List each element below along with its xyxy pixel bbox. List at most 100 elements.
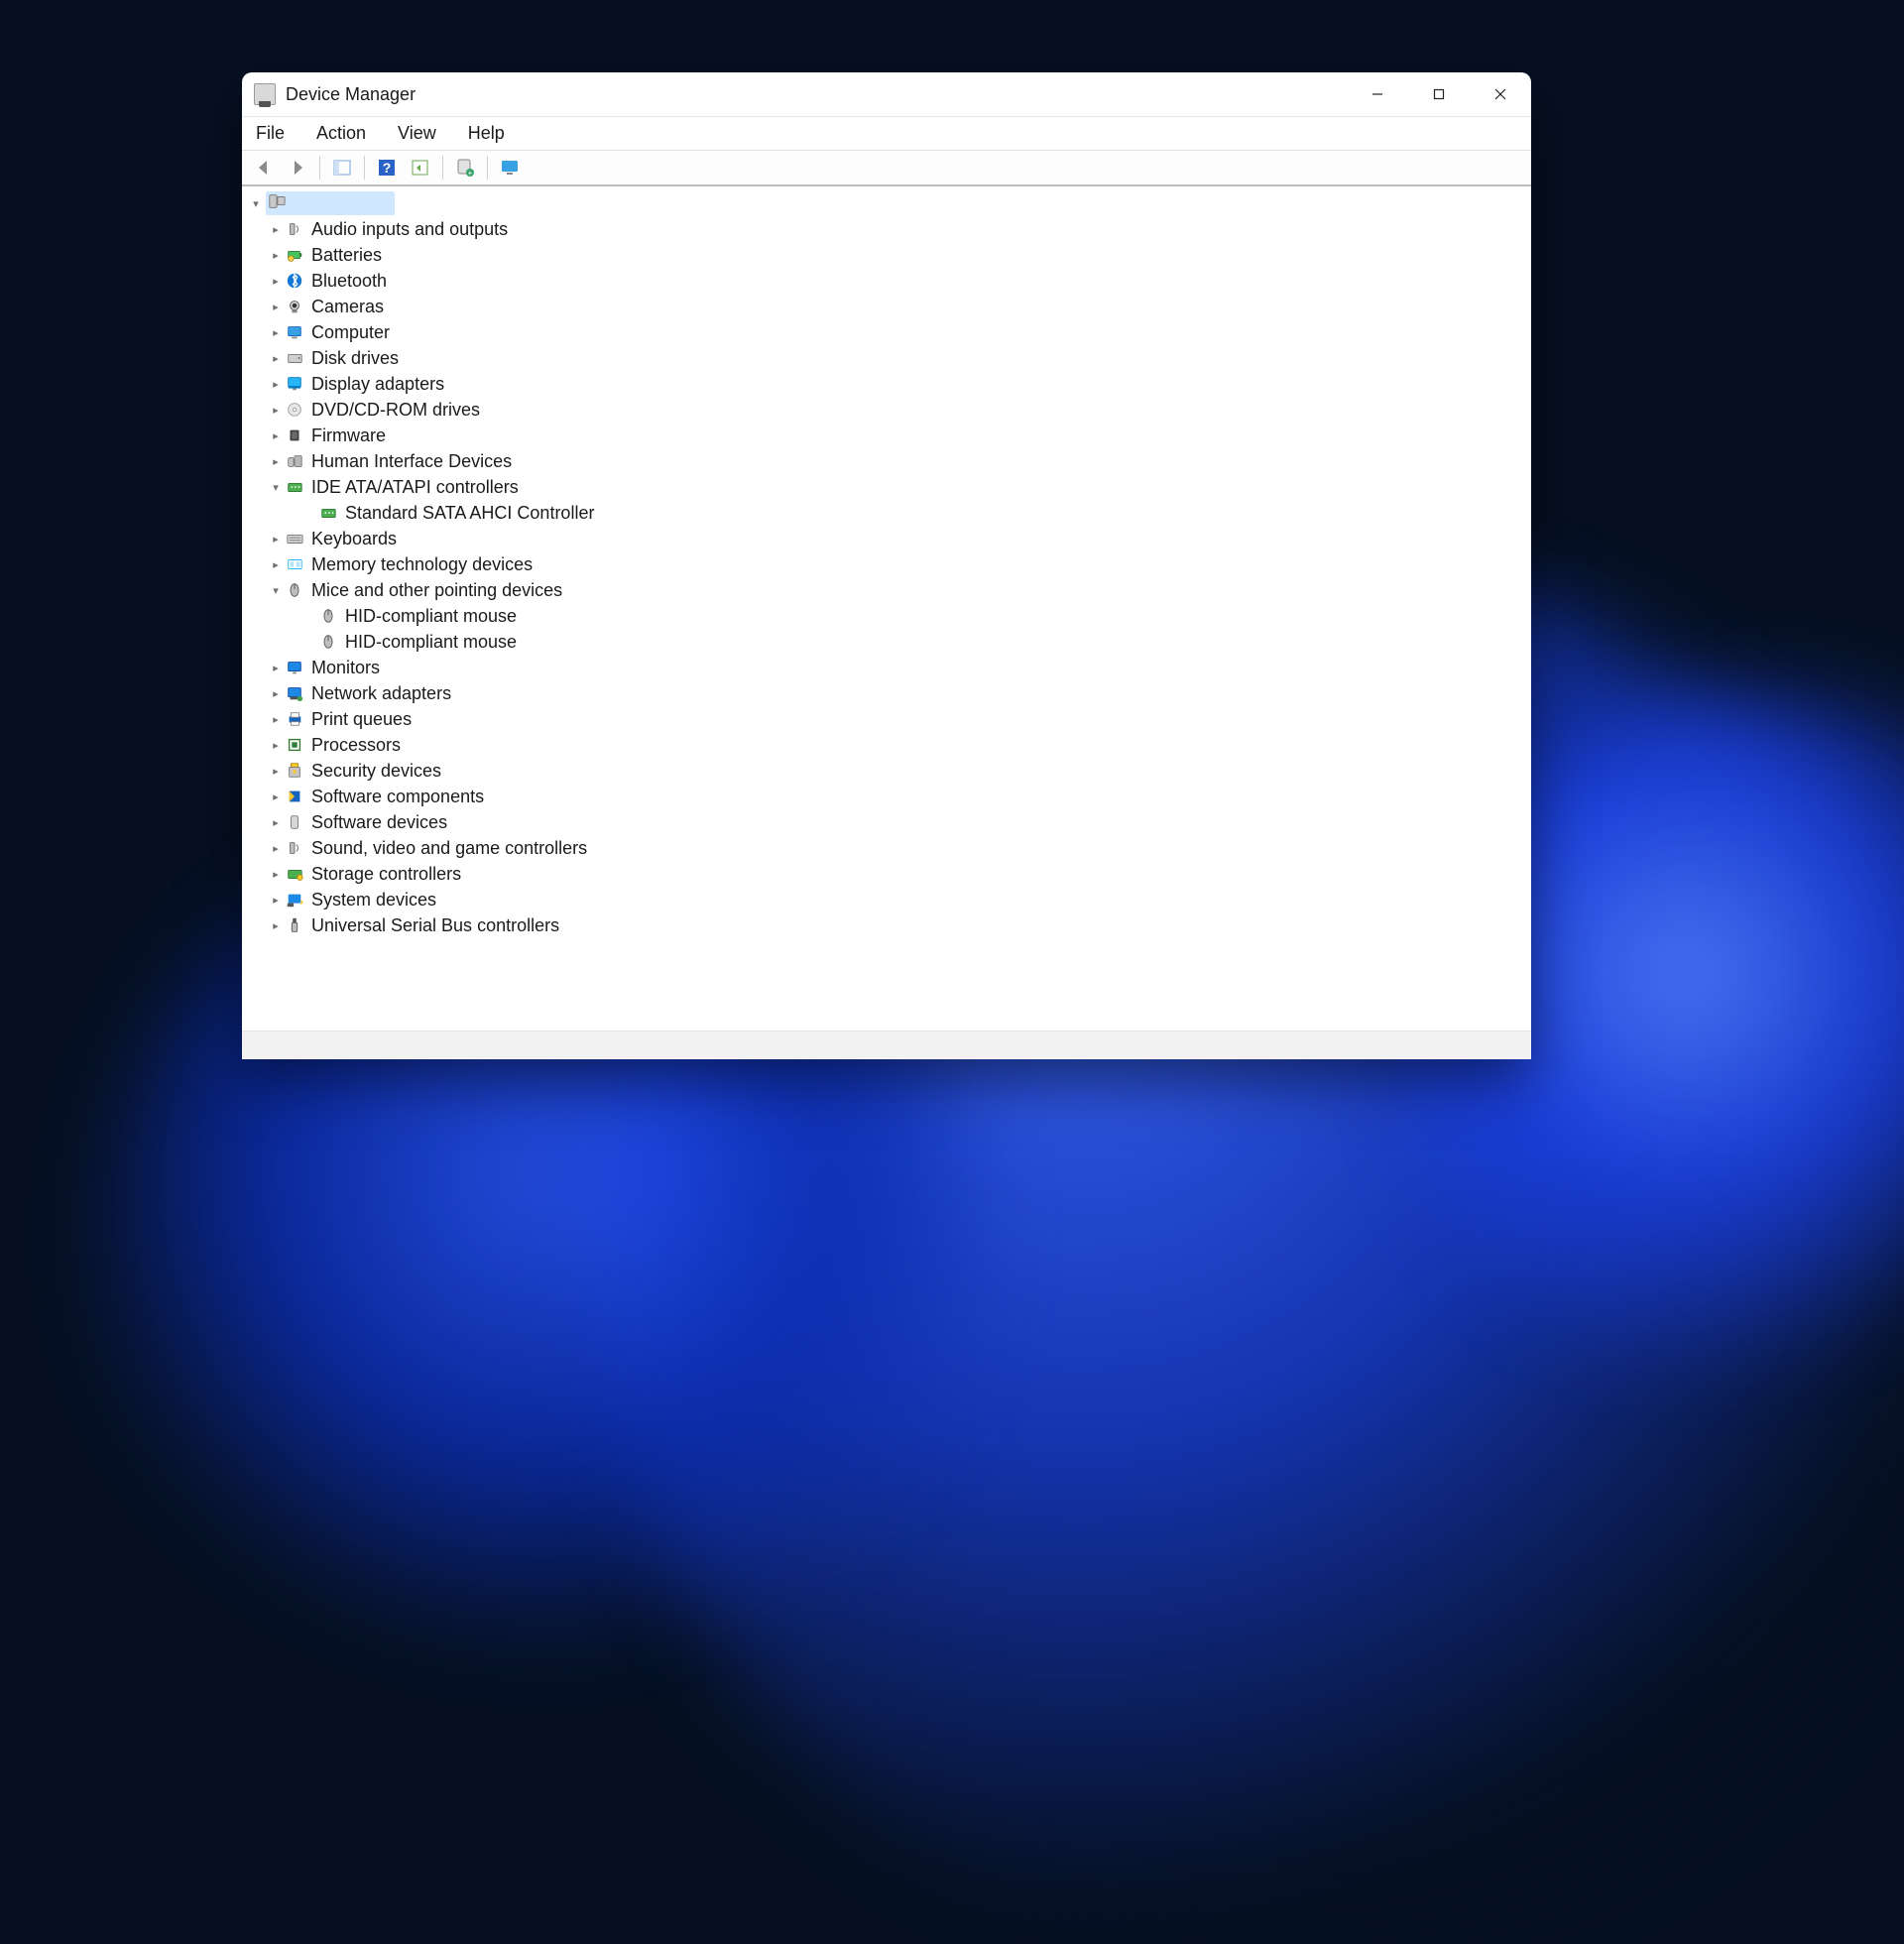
tree-item[interactable]: ▾ Mice and other pointing devices	[242, 577, 1531, 603]
tree-item[interactable]: ▸ Bluetooth	[242, 268, 1531, 294]
chevron-right-icon[interactable]: ▸	[268, 299, 284, 314]
battery-icon	[284, 245, 305, 265]
tree-child[interactable]: HID-compliant mouse	[242, 603, 1531, 629]
statusbar	[242, 1032, 1531, 1059]
chevron-right-icon[interactable]: ▸	[268, 789, 284, 804]
tree-item[interactable]: ▸ Memory technology devices	[242, 551, 1531, 577]
tree-item[interactable]: ▸ Monitors	[242, 655, 1531, 680]
printer-icon	[284, 709, 305, 729]
device-tree[interactable]: ▾ ▸ Audio inputs and outputs ▸ Batteries…	[242, 186, 1531, 1032]
chevron-down-icon[interactable]: ▾	[248, 195, 264, 211]
tree-item-label: Security devices	[311, 761, 441, 782]
chevron-right-icon[interactable]: ▸	[268, 556, 284, 572]
tree-item[interactable]: ▸ Processors	[242, 732, 1531, 758]
menu-action[interactable]: Action	[312, 119, 370, 148]
tree-item-label: Monitors	[311, 658, 380, 678]
tree-item-label: Cameras	[311, 297, 384, 317]
chevron-right-icon[interactable]: ▸	[268, 324, 284, 340]
tree-child[interactable]: Standard SATA AHCI Controller	[242, 500, 1531, 526]
scan-hardware-button[interactable]: +	[449, 153, 481, 182]
tree-item[interactable]: ▸ Audio inputs and outputs	[242, 216, 1531, 242]
chevron-right-icon[interactable]: ▸	[268, 427, 284, 443]
keyboard-icon	[284, 529, 305, 548]
chevron-right-icon[interactable]: ▸	[268, 866, 284, 882]
controller-icon	[284, 477, 305, 497]
forward-button[interactable]	[282, 153, 313, 182]
chevron-right-icon[interactable]: ▸	[268, 892, 284, 908]
tree-item[interactable]: ▸ Sound, video and game controllers	[242, 835, 1531, 861]
menu-help[interactable]: Help	[464, 119, 509, 148]
tree-item[interactable]: ▸ Software devices	[242, 809, 1531, 835]
menu-view[interactable]: View	[394, 119, 440, 148]
chevron-right-icon[interactable]: ▸	[268, 531, 284, 547]
tree-item[interactable]: ▸ Cameras	[242, 294, 1531, 319]
tree-item-label: Memory technology devices	[311, 554, 533, 575]
chevron-right-icon[interactable]: ▸	[268, 273, 284, 289]
chevron-right-icon[interactable]: ▸	[268, 350, 284, 366]
tree-root[interactable]: ▾	[242, 190, 1531, 216]
close-button[interactable]	[1470, 72, 1531, 117]
chevron-right-icon[interactable]: ▸	[268, 402, 284, 418]
tree-item-label: IDE ATA/ATAPI controllers	[311, 477, 519, 498]
chevron-down-icon[interactable]: ▾	[268, 582, 284, 598]
toolbar: ? +	[242, 151, 1531, 186]
tree-item[interactable]: ▸ Security devices	[242, 758, 1531, 784]
bluetooth-icon	[284, 271, 305, 291]
chevron-right-icon[interactable]: ▸	[268, 453, 284, 469]
security-icon	[284, 761, 305, 781]
tree-item[interactable]: ▾ IDE ATA/ATAPI controllers	[242, 474, 1531, 500]
chevron-right-icon[interactable]: ▸	[268, 376, 284, 392]
tree-item-label: Audio inputs and outputs	[311, 219, 508, 240]
tree-item-label: Keyboards	[311, 529, 397, 549]
menu-file[interactable]: File	[252, 119, 289, 148]
tree-item-label: DVD/CD-ROM drives	[311, 400, 480, 421]
back-button[interactable]	[248, 153, 280, 182]
tree-item[interactable]: ▸ Human Interface Devices	[242, 448, 1531, 474]
chevron-right-icon[interactable]: ▸	[268, 685, 284, 701]
chevron-right-icon[interactable]: ▸	[268, 814, 284, 830]
chevron-down-icon[interactable]: ▾	[268, 479, 284, 495]
monitor-icon	[284, 658, 305, 677]
tree-item[interactable]: ▸ Print queues	[242, 706, 1531, 732]
tree-item[interactable]: ▸ Keyboards	[242, 526, 1531, 551]
tree-item[interactable]: ▸ System devices	[242, 887, 1531, 912]
chevron-right-icon[interactable]: ▸	[268, 917, 284, 933]
chevron-right-icon[interactable]: ▸	[268, 840, 284, 856]
svg-text:?: ?	[383, 160, 392, 176]
tree-item-label: Software devices	[311, 812, 447, 833]
minimize-button[interactable]	[1347, 72, 1408, 117]
tree-item-label: Processors	[311, 735, 401, 756]
tree-item[interactable]: ▸ Software components	[242, 784, 1531, 809]
chip-icon	[284, 425, 305, 445]
titlebar[interactable]: Device Manager	[242, 72, 1531, 117]
mouse-icon	[317, 606, 339, 626]
tree-item[interactable]: ▸ Display adapters	[242, 371, 1531, 397]
tree-item[interactable]: ▸ Computer	[242, 319, 1531, 345]
update-driver-button[interactable]	[494, 153, 526, 182]
tree-item[interactable]: ▸ DVD/CD-ROM drives	[242, 397, 1531, 423]
chevron-right-icon[interactable]: ▸	[268, 711, 284, 727]
tree-item[interactable]: ▸ Disk drives	[242, 345, 1531, 371]
properties-button[interactable]	[405, 153, 436, 182]
tree-item[interactable]: ▸ Storage controllers	[242, 861, 1531, 887]
tree-item[interactable]: ▸ Batteries	[242, 242, 1531, 268]
swdevice-icon	[284, 812, 305, 832]
mouse-icon	[284, 580, 305, 600]
tree-item[interactable]: ▸ Network adapters	[242, 680, 1531, 706]
tree-item-label: Firmware	[311, 425, 386, 446]
maximize-button[interactable]	[1408, 72, 1470, 117]
chevron-right-icon[interactable]: ▸	[268, 221, 284, 237]
tree-item-label: Print queues	[311, 709, 412, 730]
tree-item[interactable]: ▸ Firmware	[242, 423, 1531, 448]
chevron-right-icon[interactable]: ▸	[268, 660, 284, 675]
tree-item-label: Bluetooth	[311, 271, 387, 292]
tree-child-label: Standard SATA AHCI Controller	[345, 503, 594, 524]
show-hide-tree-button[interactable]	[326, 153, 358, 182]
chevron-right-icon[interactable]: ▸	[268, 737, 284, 753]
chevron-right-icon[interactable]: ▸	[268, 247, 284, 263]
tree-item[interactable]: ▸ Universal Serial Bus controllers	[242, 912, 1531, 938]
chevron-right-icon[interactable]: ▸	[268, 763, 284, 779]
help-button[interactable]: ?	[371, 153, 403, 182]
tree-child[interactable]: HID-compliant mouse	[242, 629, 1531, 655]
optical-icon	[284, 400, 305, 420]
